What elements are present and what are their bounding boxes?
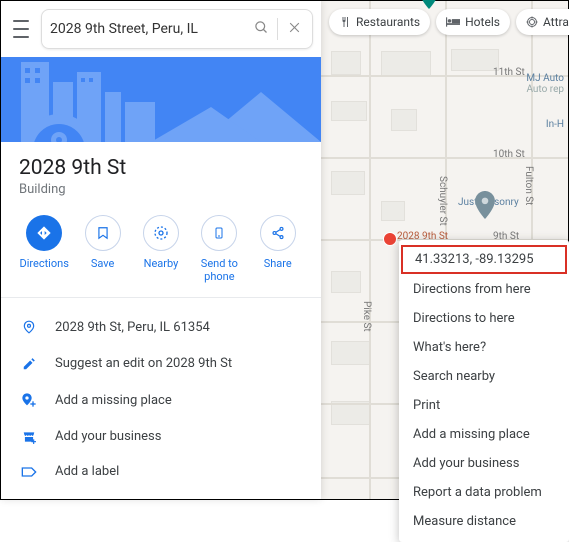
- context-add-place[interactable]: Add a missing place: [399, 420, 569, 449]
- hero-image: [1, 57, 321, 142]
- map-pin-top[interactable]: [419, 0, 439, 9]
- search-input[interactable]: [50, 21, 251, 37]
- pencil-icon: [19, 357, 39, 371]
- chip-attractions[interactable]: Attractions: [516, 9, 569, 35]
- map-canvas[interactable]: 11th St 10th St 9th St 2028 9th St Pike …: [321, 1, 568, 499]
- menu-button[interactable]: [9, 20, 33, 38]
- label-icon: [19, 466, 39, 478]
- place-title: 2028 9th St: [1, 142, 321, 182]
- chip-restaurants[interactable]: Restaurants: [329, 9, 430, 35]
- context-search-nearby[interactable]: Search nearby: [399, 362, 569, 391]
- search-icon[interactable]: [251, 20, 271, 39]
- context-dir-from[interactable]: Directions from here: [399, 275, 569, 304]
- action-row: Directions Save Nearby Send to phone Sha…: [1, 211, 321, 298]
- street-11th: 11th St: [493, 67, 525, 78]
- map-marker-current[interactable]: [383, 232, 397, 246]
- add-place-row[interactable]: Add a missing place: [1, 381, 321, 419]
- context-add-business[interactable]: Add your business: [399, 449, 569, 478]
- side-panel: 2028 9th St Building Directions Save Nea…: [1, 1, 321, 499]
- street-fulton: Fulton St: [523, 166, 534, 205]
- add-pin-icon: [19, 391, 39, 409]
- poi-inh[interactable]: In-H: [546, 119, 564, 130]
- clear-icon[interactable]: [284, 20, 304, 38]
- search-box[interactable]: [41, 9, 313, 49]
- category-chips: Restaurants Hotels Attractions: [329, 9, 569, 35]
- map-pin-masonry[interactable]: [475, 191, 495, 219]
- context-measure[interactable]: Measure distance: [399, 507, 569, 536]
- address-row[interactable]: 2028 9th St, Peru, IL 61354: [1, 308, 321, 346]
- directions-button[interactable]: Directions: [16, 215, 72, 283]
- context-whats-here[interactable]: What's here?: [399, 333, 569, 362]
- save-button[interactable]: Save: [75, 215, 131, 283]
- context-print[interactable]: Print: [399, 391, 569, 420]
- context-coords[interactable]: 41.33213, -89.13295: [401, 245, 567, 274]
- place-category: Building: [1, 182, 321, 211]
- suggest-edit-row[interactable]: Suggest an edit on 2028 9th St: [1, 346, 321, 381]
- context-dir-to[interactable]: Directions to here: [399, 304, 569, 333]
- context-report[interactable]: Report a data problem: [399, 478, 569, 507]
- add-label-row[interactable]: Add a label: [1, 454, 321, 489]
- nearby-button[interactable]: Nearby: [133, 215, 189, 283]
- street-pike: Pike St: [361, 301, 372, 332]
- add-business-row[interactable]: Add your business: [1, 419, 321, 454]
- share-button[interactable]: Share: [250, 215, 306, 283]
- street-10th: 10th St: [493, 149, 525, 160]
- street-schuyler: Schuyler St: [437, 176, 448, 226]
- pin-icon: [19, 318, 39, 336]
- chip-hotels[interactable]: Hotels: [436, 9, 510, 35]
- info-section: 2028 9th St, Peru, IL 61354 Suggest an e…: [1, 298, 321, 499]
- send-to-phone-button[interactable]: Send to phone: [191, 215, 247, 283]
- poi-mj[interactable]: MJ AutoAuto rep: [526, 73, 564, 95]
- context-menu: 41.33213, -89.13295 Directions from here…: [399, 240, 569, 542]
- store-icon: [19, 430, 39, 444]
